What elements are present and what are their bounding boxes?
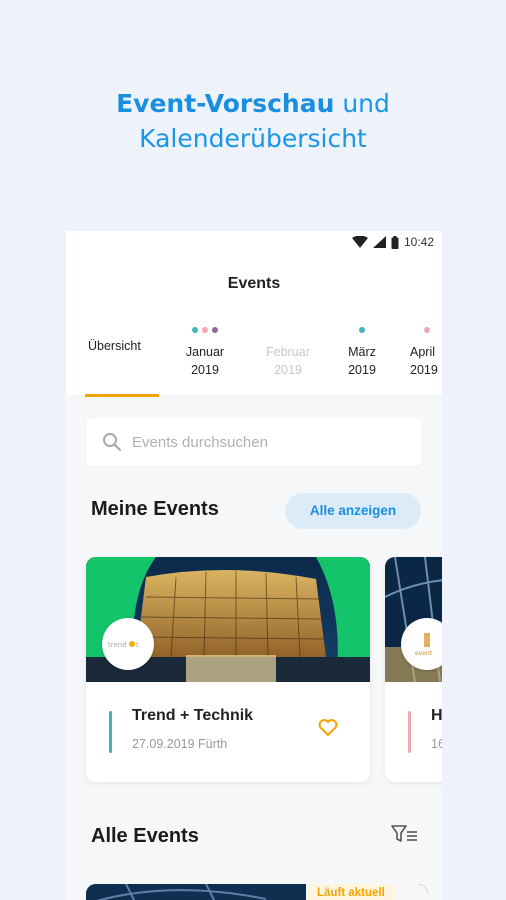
show-all-button[interactable]: Alle anzeigen: [285, 493, 421, 529]
tab-year: 2019: [348, 363, 376, 377]
phone-screen: 10:42 Events Übersicht Januar 2019 Febru…: [66, 231, 442, 900]
tab-label: Februar: [266, 345, 310, 359]
tab-label: Januar: [185, 345, 225, 359]
search-box[interactable]: [86, 418, 422, 466]
battery-icon: [391, 235, 399, 249]
tab-active-indicator: [85, 394, 159, 397]
all-events-title: Alle Events: [91, 825, 199, 847]
tab-january-dots: [192, 327, 218, 333]
event-date-place: 27.09.2019 Fürth: [132, 737, 228, 751]
heart-icon[interactable]: [318, 719, 338, 737]
tab-march[interactable]: März 2019: [342, 343, 382, 379]
event-dot: [202, 327, 208, 333]
svg-text:event: event: [415, 650, 433, 657]
event-color-bar: [109, 711, 112, 753]
tab-march-dots: [359, 327, 365, 333]
filter-icon[interactable]: [391, 824, 419, 844]
organizer-logo: trend t: [102, 618, 154, 670]
event-dot: [359, 327, 365, 333]
search-input[interactable]: [132, 418, 402, 466]
event-dot: [212, 327, 218, 333]
event-dot: [424, 327, 430, 333]
status-time: 10:42: [403, 235, 434, 249]
svg-text:trend: trend: [108, 641, 127, 649]
event-card[interactable]: trend t Trend + Technik 27.09.2019 Fürth: [86, 557, 370, 782]
event-card[interactable]: event H 16: [385, 557, 442, 782]
wifi-icon: [351, 236, 368, 248]
svg-text:t: t: [136, 641, 139, 649]
event-dot: [192, 327, 198, 333]
live-badge: Läuft aktuell: [307, 884, 395, 900]
my-events-title: Meine Events: [91, 498, 219, 520]
tab-year: 2019: [274, 363, 302, 377]
signal-icon: [372, 236, 386, 248]
tab-february[interactable]: Februar 2019: [259, 343, 317, 379]
tab-year: 2019: [191, 363, 219, 377]
tab-label: Übersicht: [88, 339, 141, 353]
tab-label: April: [410, 345, 436, 359]
app-bar: Events Übersicht Januar 2019 Februar 201…: [66, 255, 442, 397]
promo-headline: Event-Vorschau und Kalenderübersicht: [0, 86, 506, 156]
headline-strong: Event-Vorschau: [116, 89, 335, 118]
status-bar: 10:42: [66, 231, 442, 255]
headline-rest: und: [334, 89, 390, 118]
tab-april-dots: [424, 327, 430, 333]
tab-april[interactable]: April 2019: [410, 343, 442, 379]
tab-year: 2019: [410, 363, 438, 377]
event-date-place: 16: [431, 737, 442, 751]
event-title: Trend + Technik: [132, 707, 254, 724]
tab-overview[interactable]: Übersicht: [88, 337, 141, 355]
event-title: H: [431, 707, 442, 724]
app-title: Events: [227, 275, 281, 292]
tab-label: März: [348, 345, 376, 359]
tab-january[interactable]: Januar 2019: [182, 343, 228, 379]
search-icon: [103, 433, 121, 451]
headline-line2: Kalenderübersicht: [139, 124, 367, 153]
event-color-bar: [408, 711, 411, 753]
